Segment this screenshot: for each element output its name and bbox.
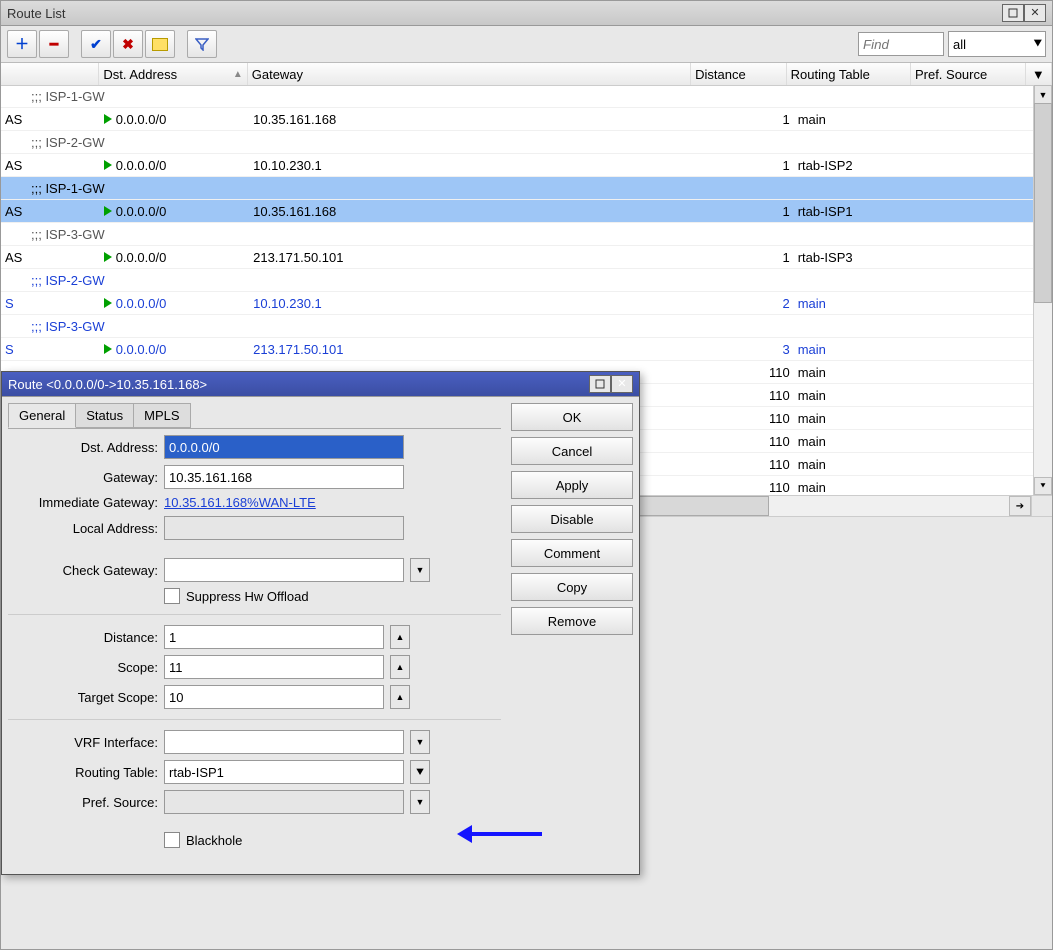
comment-button-dialog[interactable]: Comment (511, 539, 633, 567)
main-titlebar: Route List ✕ (1, 1, 1052, 26)
immediate-gateway-label: Immediate Gateway: (8, 495, 158, 510)
route-dialog: Route <0.0.0.0/0->10.35.161.168> ✕ Gener… (1, 371, 640, 875)
pref-source-dropdown[interactable]: ▼ (410, 790, 430, 814)
dialog-tabs: General Status MPLS (8, 403, 501, 429)
pref-source-label: Pref. Source: (8, 795, 158, 810)
dst-label: Dst. Address: (8, 440, 158, 455)
gateway-input[interactable] (164, 465, 404, 489)
gateway-label: Gateway: (8, 470, 158, 485)
dialog-close-button[interactable]: ✕ (611, 375, 633, 393)
filter-select[interactable]: all ⯆ (948, 31, 1046, 57)
ok-button[interactable]: OK (511, 403, 633, 431)
route-row[interactable]: AS0.0.0.0/010.35.161.1681main (1, 108, 1034, 131)
play-icon (104, 114, 112, 124)
col-menu[interactable]: ▼ (1026, 63, 1052, 85)
suppress-checkbox[interactable] (164, 588, 180, 604)
check-gateway-label: Check Gateway: (8, 563, 158, 578)
scope-label: Scope: (8, 660, 158, 675)
dialog-titlebar[interactable]: Route <0.0.0.0/0->10.35.161.168> ✕ (2, 372, 639, 397)
distance-input[interactable] (164, 625, 384, 649)
main-title: Route List (7, 6, 66, 21)
disable-button[interactable]: ✖ (113, 30, 143, 58)
target-scope-label: Target Scope: (8, 690, 158, 705)
suppress-label: Suppress Hw Offload (186, 589, 309, 604)
route-row[interactable]: S0.0.0.0/0213.171.50.1013main (1, 338, 1034, 361)
comment-row[interactable]: ;;; ISP-1-GW (1, 177, 1034, 200)
enable-button[interactable]: ✔ (81, 30, 111, 58)
local-address-label: Local Address: (8, 521, 158, 536)
cancel-button[interactable]: Cancel (511, 437, 633, 465)
find-input[interactable] (858, 32, 944, 56)
scroll-thumb[interactable] (1034, 103, 1052, 303)
funnel-icon (195, 37, 209, 51)
play-icon (104, 344, 112, 354)
distance-label: Distance: (8, 630, 158, 645)
play-icon (104, 298, 112, 308)
routing-table-input[interactable] (164, 760, 404, 784)
route-row[interactable]: AS0.0.0.0/0213.171.50.1011rtab-ISP3 (1, 246, 1034, 269)
restore-icon (1008, 8, 1018, 18)
blackhole-label: Blackhole (186, 833, 242, 848)
disable-button-dialog[interactable]: Disable (511, 505, 633, 533)
chevron-down-icon: ⯆ (1033, 36, 1043, 52)
distance-spin[interactable]: ▲ (390, 625, 410, 649)
target-scope-spin[interactable]: ▲ (390, 685, 410, 709)
comment-row[interactable]: ;;; ISP-3-GW (1, 223, 1034, 246)
remove-button-dialog[interactable]: Remove (511, 607, 633, 635)
dialog-restore-button[interactable] (589, 375, 611, 393)
remove-button[interactable]: ━ (39, 30, 69, 58)
target-scope-input[interactable] (164, 685, 384, 709)
apply-button[interactable]: Apply (511, 471, 633, 499)
tab-status[interactable]: Status (75, 403, 134, 428)
col-gateway[interactable]: Gateway (248, 63, 691, 85)
dst-input[interactable] (164, 435, 404, 459)
col-dst[interactable]: Dst. Address ▲ (99, 63, 247, 85)
toolbar: ＋ ━ ✔ ✖ all ⯆ (1, 26, 1052, 63)
col-distance[interactable]: Distance (691, 63, 787, 85)
check-gateway-dropdown[interactable]: ▼ (410, 558, 430, 582)
copy-button[interactable]: Copy (511, 573, 633, 601)
play-icon (104, 252, 112, 262)
filter-button[interactable] (187, 30, 217, 58)
routing-table-dropdown[interactable]: ⯆ (410, 760, 430, 784)
comment-row[interactable]: ;;; ISP-2-GW (1, 131, 1034, 154)
scroll-up-button[interactable]: ▼ (1034, 85, 1052, 105)
tab-general[interactable]: General (8, 403, 76, 428)
scope-spin[interactable]: ▲ (390, 655, 410, 679)
comment-button[interactable] (145, 30, 175, 58)
restore-button[interactable] (1002, 4, 1024, 22)
dialog-title: Route <0.0.0.0/0->10.35.161.168> (8, 377, 207, 392)
comment-icon (152, 38, 168, 51)
comment-row[interactable]: ;;; ISP-2-GW (1, 269, 1034, 292)
pref-source-input[interactable] (164, 790, 404, 814)
vrf-label: VRF Interface: (8, 735, 158, 750)
vrf-input[interactable] (164, 730, 404, 754)
comment-row[interactable]: ;;; ISP-1-GW (1, 85, 1034, 108)
routing-table-label: Routing Table: (8, 765, 158, 780)
blackhole-checkbox[interactable] (164, 832, 180, 848)
route-row[interactable]: AS0.0.0.0/010.10.230.11rtab-ISP2 (1, 154, 1034, 177)
play-icon (104, 206, 112, 216)
table-header: Dst. Address ▲GatewayDistanceRouting Tab… (1, 63, 1052, 86)
vrf-dropdown[interactable]: ▼ (410, 730, 430, 754)
close-button[interactable]: ✕ (1024, 4, 1046, 22)
route-row[interactable]: S0.0.0.0/010.10.230.12main (1, 292, 1034, 315)
col-pref-source[interactable]: Pref. Source (911, 63, 1026, 85)
tab-mpls[interactable]: MPLS (133, 403, 190, 428)
col-routing-table[interactable]: Routing Table (787, 63, 911, 85)
scroll-down-button[interactable]: ⯆ (1034, 477, 1052, 495)
route-row[interactable]: AS0.0.0.0/010.35.161.1681rtab-ISP1 (1, 200, 1034, 223)
play-icon (104, 160, 112, 170)
comment-row[interactable]: ;;; ISP-3-GW (1, 315, 1034, 338)
add-button[interactable]: ＋ (7, 30, 37, 58)
check-gateway-input[interactable] (164, 558, 404, 582)
local-address-input (164, 516, 404, 540)
restore-icon (595, 379, 605, 389)
hscroll-right-button[interactable]: ➔ (1009, 496, 1031, 516)
immediate-gateway-link[interactable]: 10.35.161.168%WAN-LTE (164, 495, 316, 510)
vertical-scrollbar[interactable]: ▼ ⯆ (1033, 85, 1052, 495)
scope-input[interactable] (164, 655, 384, 679)
filter-value: all (953, 37, 966, 52)
